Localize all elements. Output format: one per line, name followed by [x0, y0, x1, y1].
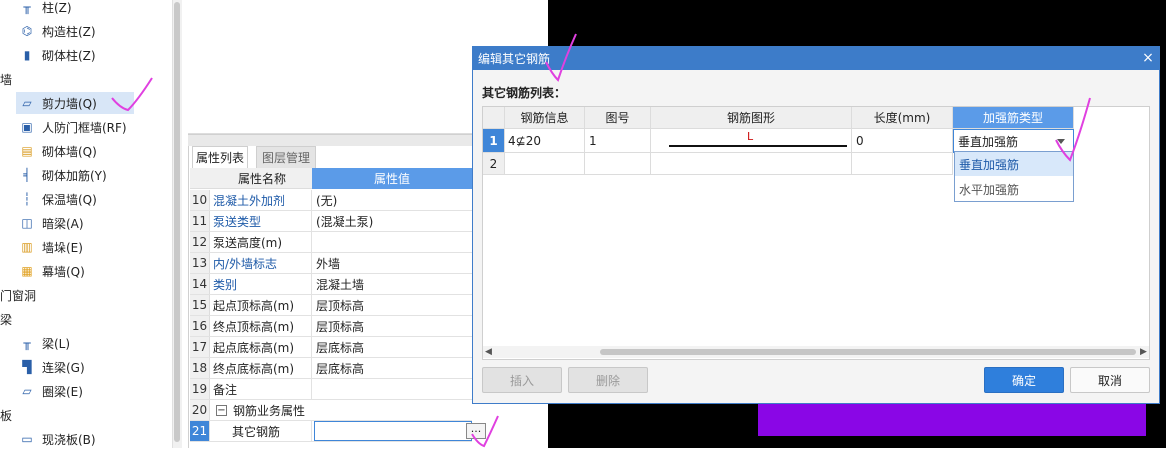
tree-group-wall[interactable]: 墙 — [0, 68, 12, 90]
property-row[interactable]: 18 终点底标高(m) 层底标高 — [190, 358, 472, 379]
coupling-beam-icon: ▜ — [22, 360, 32, 374]
cell-length[interactable] — [852, 153, 953, 175]
property-row[interactable]: 13 内/外墙标志 外墙 — [190, 253, 472, 274]
tree-item-column[interactable]: ╥ 柱(Z) — [20, 0, 71, 18]
tree-item-cast-slab[interactable]: ▭ 现浇板(B) — [20, 428, 95, 450]
cell-rebar-info[interactable] — [505, 153, 585, 175]
wall-pier-icon: ▥ — [21, 240, 33, 254]
close-icon[interactable]: × — [1138, 48, 1158, 68]
annotation-checkmark — [1055, 97, 1091, 162]
insert-button[interactable]: 插入 — [482, 367, 562, 393]
annotation-checkmark — [545, 33, 577, 82]
row-number[interactable]: 2 — [483, 153, 505, 175]
tree-item-insulation-wall[interactable]: ┆ 保温墙(Q) — [20, 188, 96, 210]
property-row[interactable]: 19 备注 — [190, 379, 472, 400]
component-tree: ╥ 柱(Z) ⌬ 构造柱(Z) ▮ 砌体柱(Z) 墙 ▱ 剪力墙(Q) ▣ 人防门框墙(R… — [0, 0, 172, 448]
tab-layer-management[interactable]: 图层管理 — [256, 146, 316, 168]
cast-slab-icon: ▭ — [21, 432, 33, 446]
curtain-wall-icon: ▦ — [21, 264, 33, 278]
tree-item-constructional-column[interactable]: ⌬ 构造柱(Z) — [20, 20, 96, 42]
shear-wall-icon: ▱ — [22, 96, 32, 110]
property-row[interactable]: 10 混凝土外加剂 (无) — [190, 190, 472, 211]
property-row[interactable]: 12 泵送高度(m) — [190, 232, 472, 253]
tree-group-slab[interactable]: 板 — [0, 404, 12, 426]
masonry-reinforcement-icon: ╡ — [23, 168, 31, 182]
tree-item-civil-defense-wall[interactable]: ▣ 人防门框墙(RF) — [20, 116, 126, 138]
property-row[interactable]: 17 起点底标高(m) 层底标高 — [190, 337, 472, 358]
scroll-right-icon[interactable]: ▶ — [1140, 347, 1147, 357]
constructional-column-icon: ⌬ — [21, 24, 33, 38]
grid-header-info: 钢筋信息 — [505, 107, 585, 129]
grid-header-figure-no: 图号 — [585, 107, 651, 129]
dropdown-option-horizontal[interactable]: 水平加强筋 — [955, 177, 1073, 201]
tree-group-door-window[interactable]: 门窗洞 — [0, 284, 36, 306]
row-number[interactable]: 1 — [483, 129, 505, 153]
rebar-shape-line — [669, 145, 847, 147]
tree-item-curtain-wall[interactable]: ▦ 幕墙(Q) — [20, 260, 84, 282]
beam-icon: ╥ — [23, 336, 31, 350]
tree-item-wall-pier[interactable]: ▥ 墙垛(E) — [20, 236, 83, 258]
insulation-wall-icon: ┆ — [23, 192, 31, 206]
annotation-checkmark — [471, 415, 499, 448]
cell-rebar-shape[interactable]: L — [651, 129, 852, 153]
tree-item-beam[interactable]: ╥ 梁(L) — [20, 332, 70, 354]
hidden-beam-icon: ◫ — [21, 216, 33, 230]
scrollbar-thumb[interactable] — [600, 349, 1136, 355]
masonry-wall-icon: ▤ — [21, 144, 33, 158]
cell-figure-no[interactable] — [585, 153, 651, 175]
column-header-name: 属性名称 — [237, 172, 286, 186]
grid-header-shape: 钢筋图形 — [651, 107, 852, 129]
property-row[interactable]: 11 泵送类型 (混凝土泵) — [190, 211, 472, 232]
ok-button[interactable]: 确定 — [984, 367, 1064, 393]
cell-length[interactable]: 0 — [852, 129, 953, 153]
ring-beam-icon: ▱ — [22, 384, 32, 398]
tab-property-list[interactable]: 属性列表 — [192, 146, 248, 168]
collapse-icon[interactable]: − — [216, 404, 227, 416]
delete-button[interactable]: 删除 — [568, 367, 648, 393]
cell-rebar-info[interactable]: 4⊈20 — [505, 129, 585, 153]
civil-defense-wall-icon: ▣ — [21, 120, 33, 134]
tree-item-masonry-reinforcement[interactable]: ╡ 砌体加筋(Y) — [20, 164, 106, 186]
grid-header-length: 长度(mm) — [852, 107, 953, 129]
property-row[interactable]: 16 终点顶标高(m) 层顶标高 — [190, 316, 472, 337]
tree-item-masonry-column[interactable]: ▮ 砌体柱(Z) — [20, 44, 96, 66]
tree-item-hidden-beam[interactable]: ◫ 暗梁(A) — [20, 212, 83, 234]
tree-item-masonry-wall[interactable]: ▤ 砌体墙(Q) — [20, 140, 96, 162]
grid-corner — [483, 107, 505, 129]
column-header-value: 属性值 — [312, 168, 472, 189]
scroll-left-icon[interactable]: ◀ — [485, 347, 492, 357]
annotation-checkmark — [111, 77, 153, 112]
masonry-column-icon: ▮ — [23, 48, 31, 62]
column-icon: ╥ — [23, 0, 31, 14]
canvas-element[interactable] — [758, 403, 1146, 436]
tree-item-ring-beam[interactable]: ▱ 圈梁(E) — [20, 380, 83, 402]
property-group-row[interactable]: 20 − 钢筋业务属性 — [190, 400, 472, 421]
cancel-button[interactable]: 取消 — [1070, 367, 1150, 393]
property-row-selected[interactable]: 21 其它钢筋 — [190, 421, 472, 442]
other-rebar-value-field[interactable] — [314, 421, 472, 441]
tree-item-coupling-beam[interactable]: ▜ 连梁(G) — [20, 356, 84, 378]
property-row[interactable]: 15 起点顶标高(m) 层顶标高 — [190, 295, 472, 316]
tree-scrollbar-thumb[interactable] — [174, 2, 180, 442]
tree-group-beam[interactable]: 梁 — [0, 308, 12, 330]
cell-figure-no[interactable]: 1 — [585, 129, 651, 153]
rebar-list-label: 其它钢筋列表： — [482, 86, 567, 100]
cell-rebar-shape[interactable] — [651, 153, 852, 175]
property-row[interactable]: 14 类别 混凝土墙 — [190, 274, 472, 295]
